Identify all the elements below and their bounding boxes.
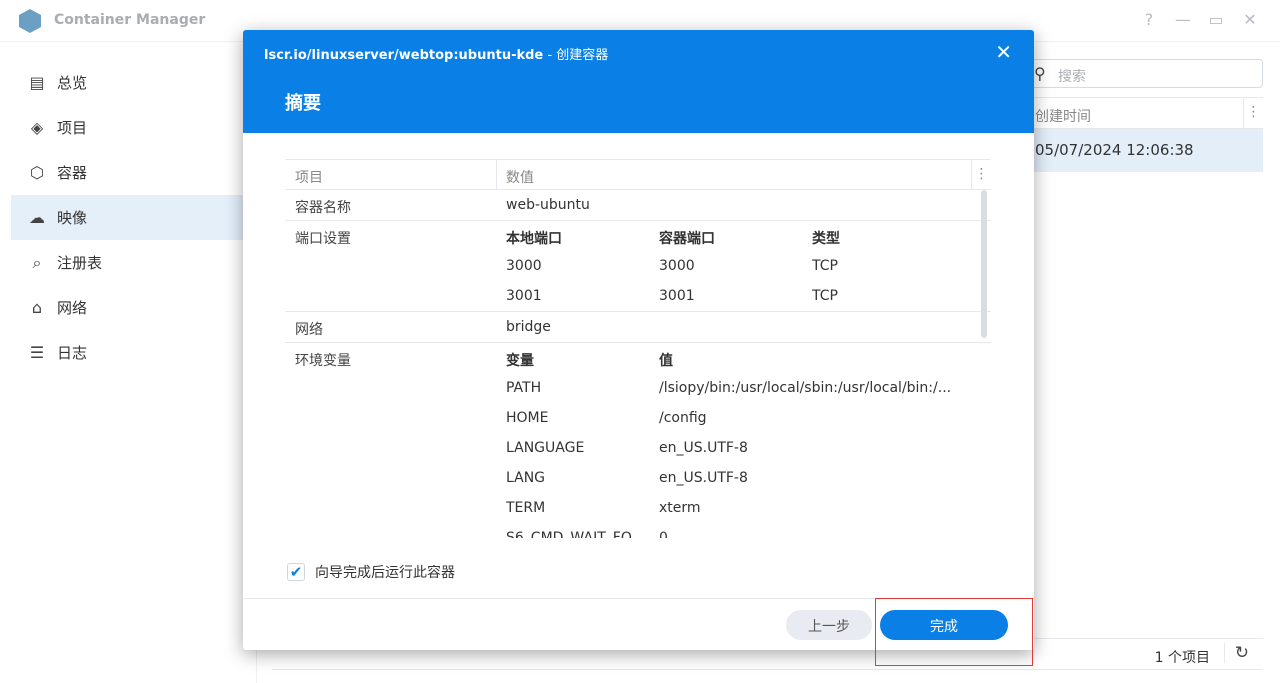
sidebar-item-label: 注册表 <box>57 254 103 272</box>
dialog-header: lscr.io/linuxserver/webtop:ubuntu-kde - … <box>243 30 1034 133</box>
run-after-wizard-checkbox[interactable]: ✔ 向导完成后运行此容器 <box>287 562 455 582</box>
maximize-icon[interactable]: ▭ <box>1206 10 1226 29</box>
previous-button[interactable]: 上一步 <box>786 610 872 640</box>
dialog-title: lscr.io/linuxserver/webtop:ubuntu-kde - … <box>264 44 608 63</box>
sidebar-item-label: 日志 <box>57 344 88 362</box>
done-button[interactable]: 完成 <box>880 610 1008 640</box>
env-row: TERM xterm <box>285 493 991 523</box>
create-container-dialog: lscr.io/linuxserver/webtop:ubuntu-kde - … <box>243 30 1034 650</box>
row-env: 环境变量 变量值 PATH/lsiopy/bin:/usr/local/sbin… <box>285 343 991 538</box>
env-value: 0 <box>659 530 668 538</box>
summary-table: 项目 数值 ⋮ 容器名称 web-ubuntu 端口设置 本地端口 容器端口 类型 … <box>285 159 991 538</box>
minimize-icon[interactable]: — <box>1173 10 1193 29</box>
sidebar-item-label: 网络 <box>57 299 88 317</box>
help-icon[interactable]: ? <box>1139 10 1159 29</box>
env-row: HOME/config <box>285 403 991 433</box>
overview-icon: ▤ <box>29 73 45 92</box>
sidebar: ▤ 总览 ◈ 项目 ⬡ 容器 ☁ 映像 ⌕ 注册表 ⌂ 网络 ☰ 日志 <box>0 60 255 375</box>
sidebar-item-registry[interactable]: ⌕ 注册表 <box>11 240 255 285</box>
env-header-variable: 变量 <box>506 353 534 369</box>
env-row: LANGUAGE en_US.UTF-8 <box>285 433 991 463</box>
table-header: 项目 数值 ⋮ <box>285 159 991 190</box>
checkbox-label: 向导完成后运行此容器 <box>315 565 455 581</box>
close-icon[interactable]: ✕ <box>1240 10 1260 29</box>
search-placeholder: 搜索 <box>1058 69 1086 85</box>
dialog-footer: 上一步 完成 <box>243 598 1034 650</box>
port-type: TCP <box>812 288 838 304</box>
env-key: LANG <box>506 470 546 486</box>
local-port: 3001 <box>506 288 542 304</box>
table-scrollbar[interactable] <box>981 190 987 338</box>
local-port: 3000 <box>506 258 542 274</box>
app-logo-icon <box>19 9 41 33</box>
env-key: LANGUAGE <box>506 440 585 456</box>
env-row: LANG en_US.UTF-8 <box>285 463 991 493</box>
env-key: PATH <box>506 380 542 396</box>
row-network: 网络 bridge <box>285 312 991 343</box>
layers-icon: ◈ <box>30 118 44 137</box>
dialog-subtitle: - 创建容器 <box>543 48 609 63</box>
sidebar-item-label: 映像 <box>57 209 88 227</box>
env-value: en_US.UTF-8 <box>659 440 748 456</box>
sidebar-item-label: 总览 <box>57 74 88 92</box>
sidebar-item-container[interactable]: ⬡ 容器 <box>11 150 255 195</box>
sidebar-item-network[interactable]: ⌂ 网络 <box>11 285 255 330</box>
table-row[interactable]: 05/07/2024 12:06:38 <box>1025 129 1263 172</box>
column-menu-icon[interactable]: ⋮ <box>1243 98 1263 128</box>
env-key: S6_CMD_WAIT_FO <box>506 530 632 538</box>
step-title: 摘要 <box>285 93 321 114</box>
cloud-icon: ☁ <box>29 208 45 227</box>
refresh-icon[interactable]: ↻ <box>1223 643 1249 663</box>
registry-search-icon: ⌕ <box>32 252 42 272</box>
checkmark-icon[interactable]: ✔ <box>287 563 305 581</box>
port-row: 3001 3001 TCP <box>285 281 991 311</box>
port-type: TCP <box>812 258 838 274</box>
table-menu-icon[interactable]: ⋮ <box>971 160 991 190</box>
port-header-type: 类型 <box>812 231 840 247</box>
env-key: HOME <box>506 410 549 426</box>
sidebar-item-overview[interactable]: ▤ 总览 <box>11 60 255 105</box>
env-value: xterm <box>659 500 701 516</box>
list-icon: ☰ <box>29 343 45 362</box>
port-row: 3000 3000 TCP <box>285 251 991 281</box>
item-count: 1 个项目 <box>1154 650 1210 666</box>
column-header-created[interactable]: 创建时间 ⋮ <box>1025 97 1263 129</box>
search-input[interactable]: ⚲ 搜索 <box>1025 59 1263 88</box>
env-value: en_US.UTF-8 <box>659 470 748 486</box>
app-title: Container Manager <box>54 12 206 28</box>
dialog-close-icon[interactable]: ✕ <box>995 40 1012 64</box>
network-icon: ⌂ <box>31 298 43 317</box>
header-item: 项目 <box>295 170 323 186</box>
image-name: lscr.io/linuxserver/webtop:ubuntu-kde <box>264 48 544 63</box>
env-value: /config <box>659 410 707 426</box>
sidebar-item-label: 项目 <box>57 119 88 137</box>
port-header-local: 本地端口 <box>506 231 562 247</box>
env-row: PATH/lsiopy/bin:/usr/local/sbin:/usr/loc… <box>285 373 991 403</box>
header-value: 数值 <box>506 170 534 186</box>
column-label: 创建时间 <box>1035 109 1091 125</box>
cube-icon: ⬡ <box>30 163 44 182</box>
sidebar-item-log[interactable]: ☰ 日志 <box>11 330 255 375</box>
sidebar-item-project[interactable]: ◈ 项目 <box>11 105 255 150</box>
env-header-value: 值 <box>659 353 673 369</box>
row-ports: 端口设置 本地端口 容器端口 类型 3000 3000 TCP 3001 3001 TCP <box>285 221 991 312</box>
sidebar-item-image[interactable]: ☁ 映像 <box>11 195 255 240</box>
created-time: 05/07/2024 12:06:38 <box>1035 141 1194 159</box>
env-key: TERM <box>506 500 546 516</box>
search-icon: ⚲ <box>1034 64 1046 83</box>
env-row: S6_CMD_WAIT_FO 0 <box>285 523 991 538</box>
row-container-name: 容器名称 web-ubuntu <box>285 190 991 221</box>
row-value: web-ubuntu <box>506 197 590 213</box>
sidebar-item-label: 容器 <box>57 164 88 182</box>
row-value: bridge <box>506 319 551 335</box>
env-value: /lsiopy/bin:/usr/local/sbin:/usr/local/b… <box>659 380 952 396</box>
